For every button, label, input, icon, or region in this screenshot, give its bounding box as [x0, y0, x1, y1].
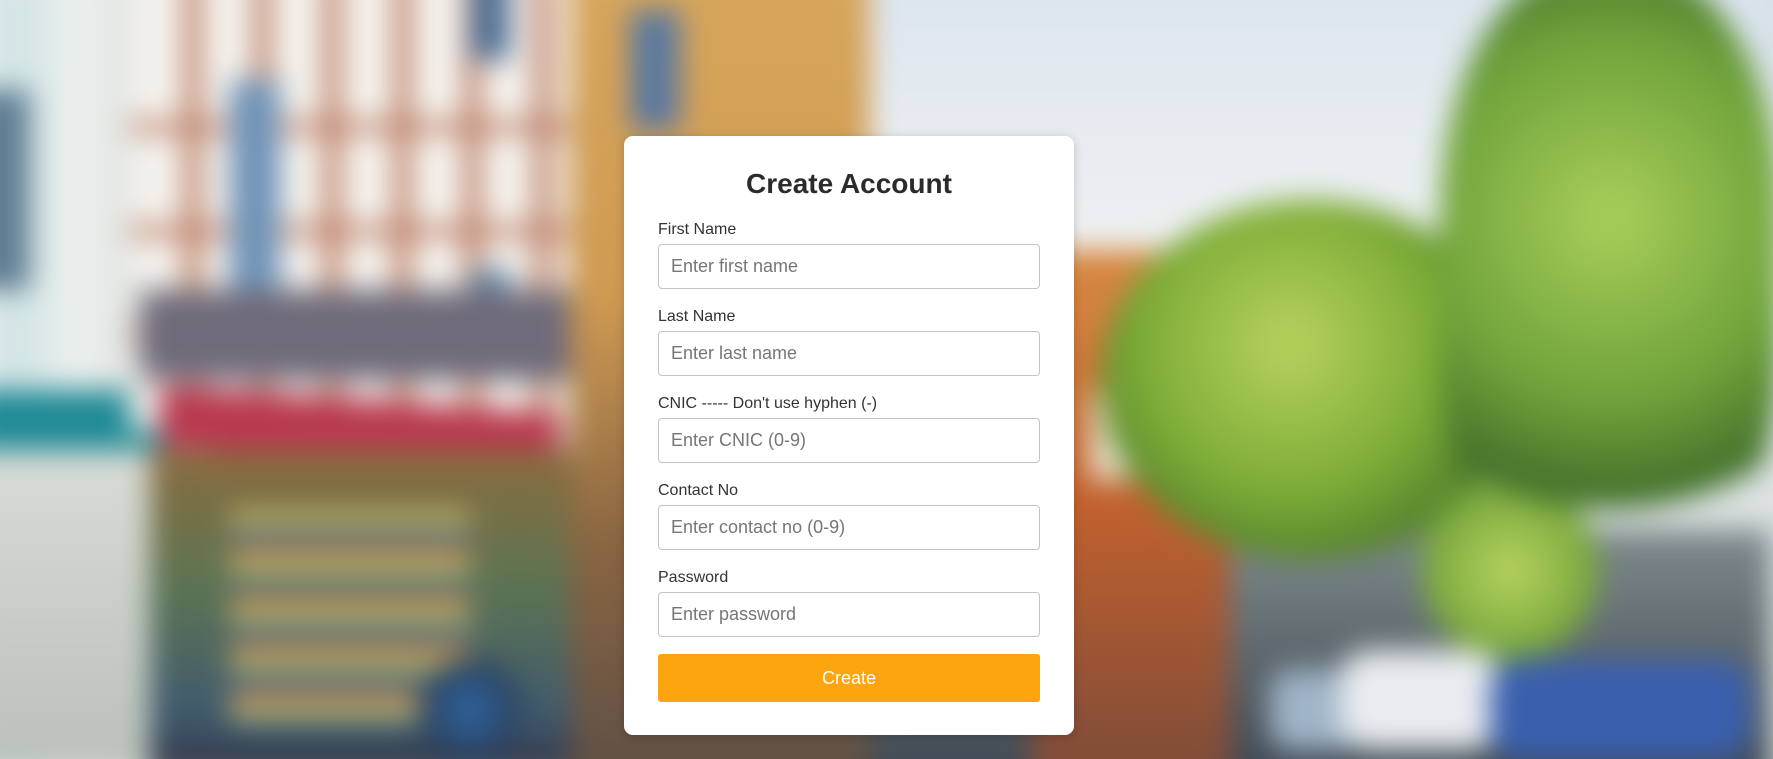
cnic-field: CNIC ----- Don't use hyphen (-) [658, 394, 1040, 463]
contact-no-input[interactable] [658, 505, 1040, 550]
last-name-label: Last Name [658, 308, 736, 325]
contact-no-label: Contact No [658, 482, 739, 499]
first-name-label: First Name [658, 221, 737, 238]
cnic-input[interactable] [658, 418, 1040, 463]
password-input[interactable] [658, 592, 1040, 637]
cnic-label: CNIC ----- Don't use hyphen (-) [658, 395, 878, 412]
create-button[interactable]: Create [658, 654, 1040, 702]
first-name-field: First Name [658, 220, 1040, 289]
contact-no-field: Contact No [658, 481, 1040, 550]
last-name-input[interactable] [658, 331, 1040, 376]
password-field: Password [658, 568, 1040, 637]
password-label: Password [658, 569, 729, 586]
first-name-input[interactable] [658, 244, 1040, 289]
last-name-field: Last Name [658, 307, 1040, 376]
create-account-card: Create Account First Name Last Name CNIC… [624, 136, 1074, 735]
page-title: Create Account [746, 168, 952, 199]
